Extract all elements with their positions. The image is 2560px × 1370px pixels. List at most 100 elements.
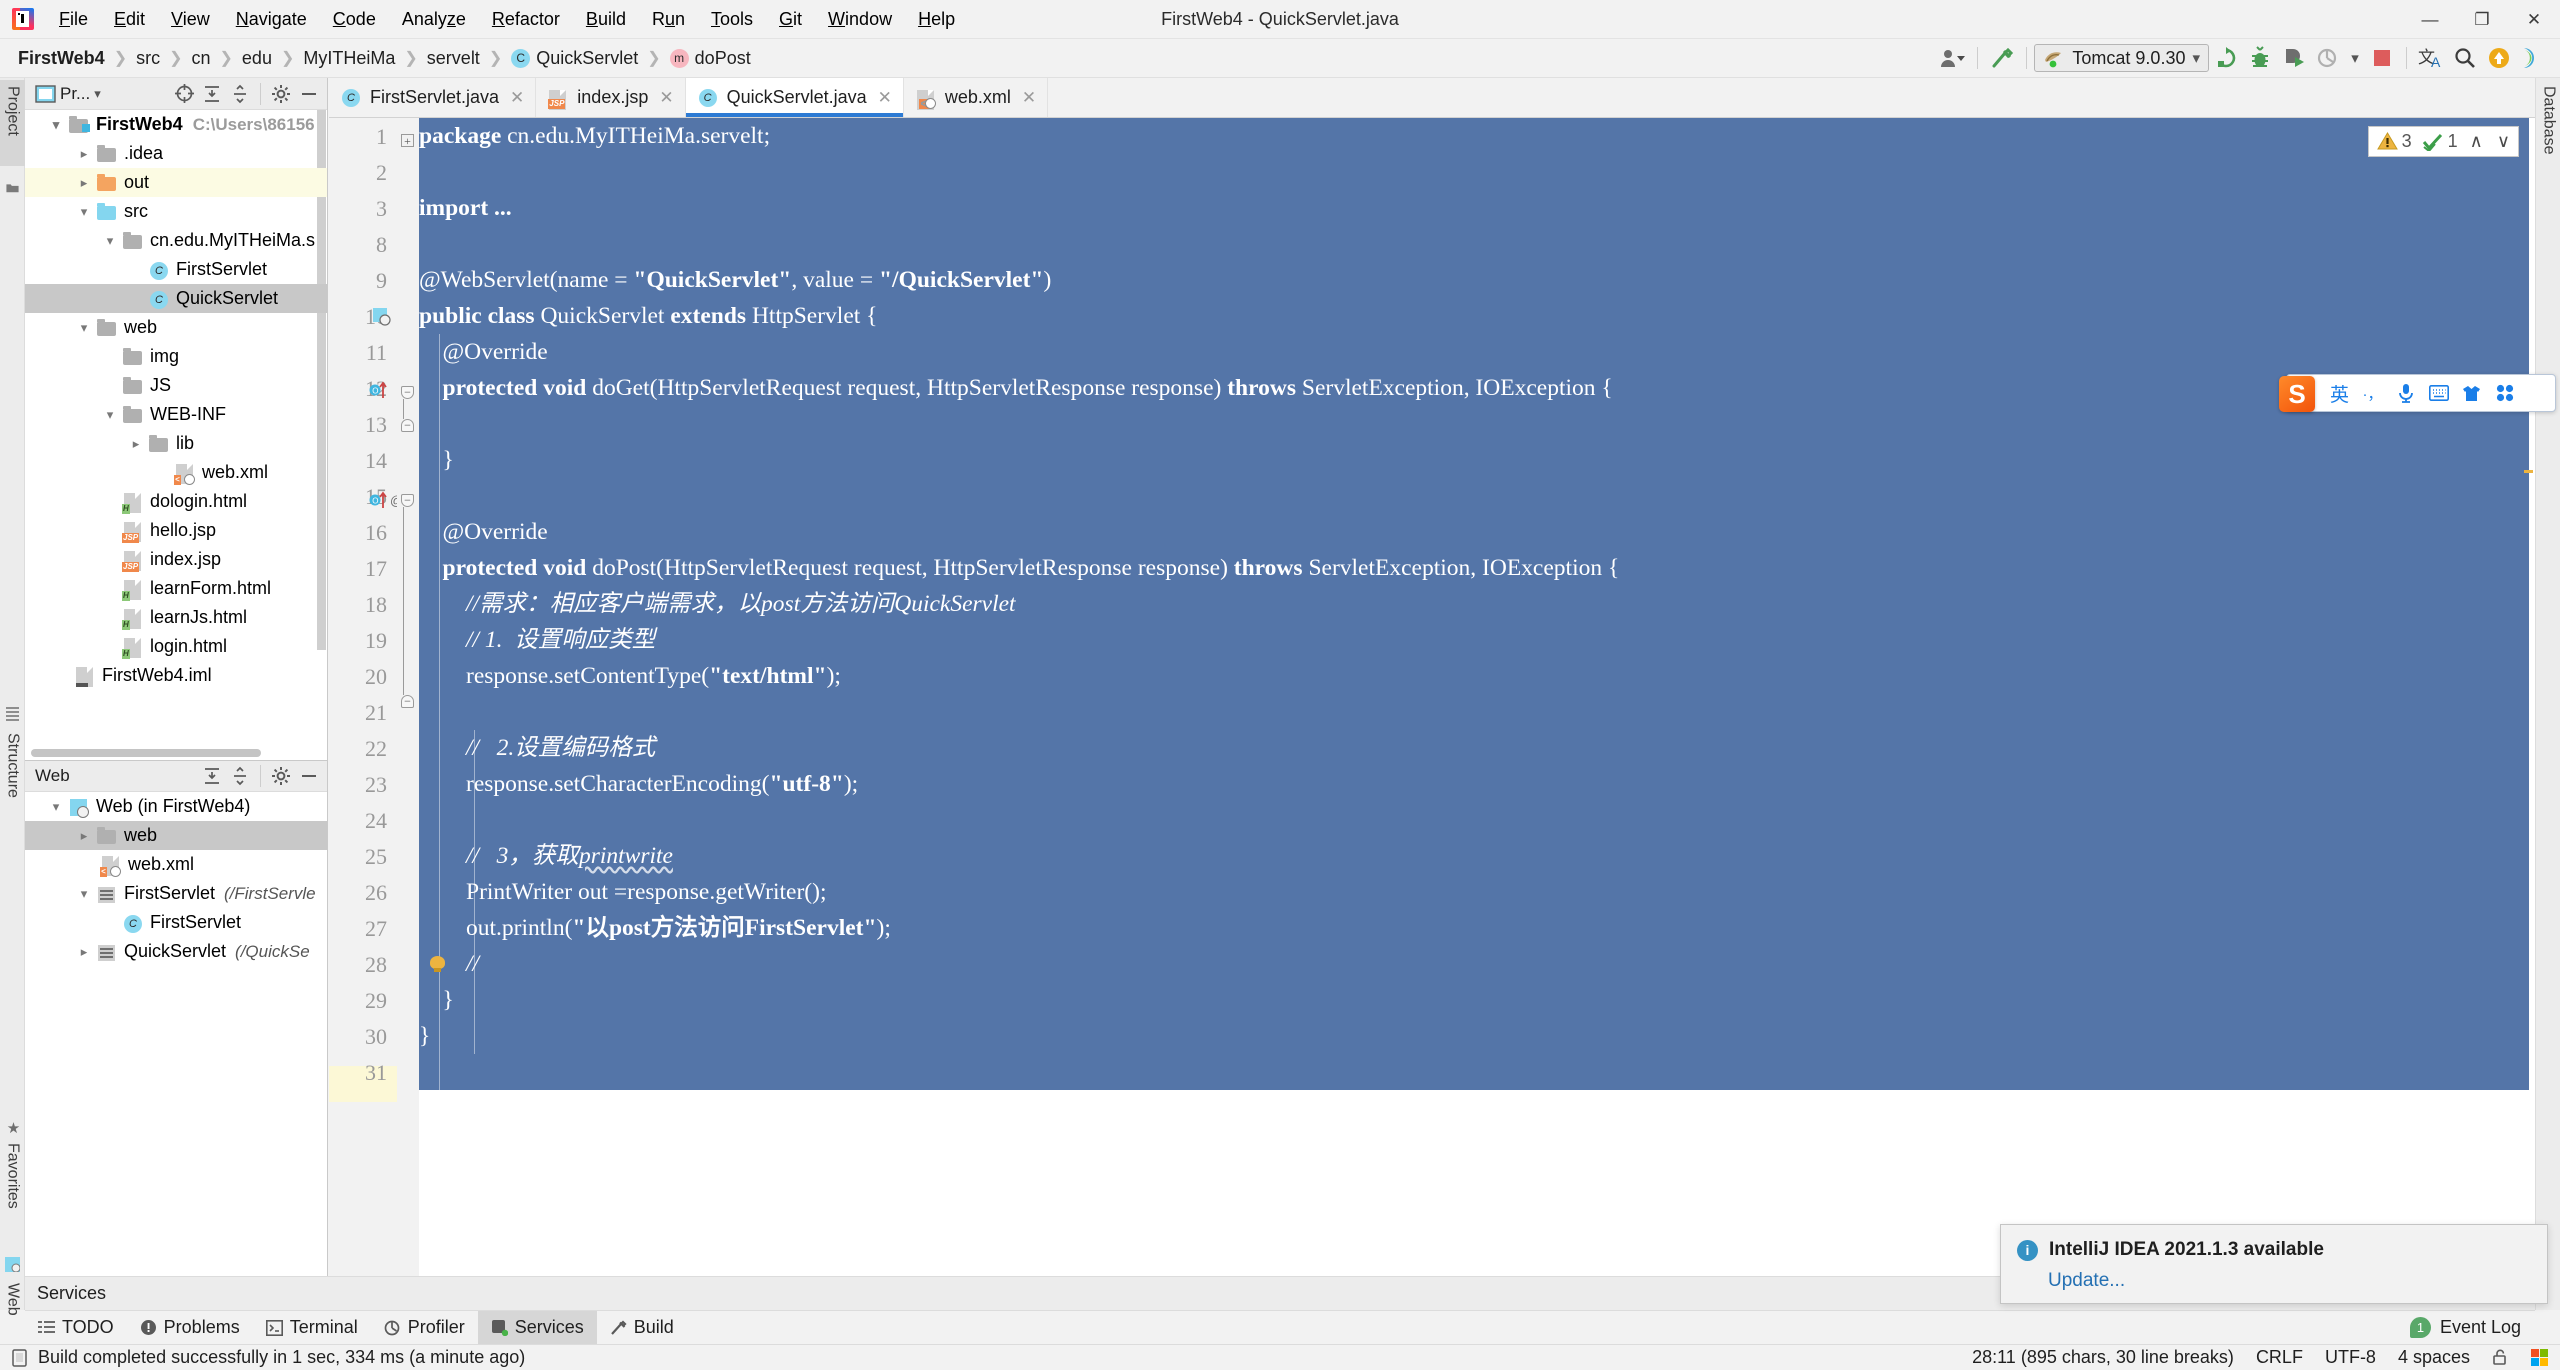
close-icon[interactable]: ✕	[1022, 88, 1036, 108]
fold-expand-icon[interactable]: +	[401, 134, 414, 147]
tree-item-dologin-html[interactable]: H dologin.html	[25, 487, 327, 516]
tree-item-learnjs-html[interactable]: H learnJs.html	[25, 603, 327, 632]
windows-logo-icon[interactable]	[2531, 1349, 2548, 1366]
chevron-down-icon[interactable]: ▾	[73, 313, 95, 342]
bottom-tab-profiler[interactable]: Profiler	[371, 1311, 478, 1344]
tree-item-iml[interactable]: FirstWeb4.iml	[25, 661, 327, 690]
implementing-method-marker-icon[interactable]: O	[369, 380, 391, 400]
breadcrumb-item-dopost[interactable]: m doPost	[666, 46, 755, 71]
menu-build[interactable]: Build	[573, 6, 639, 33]
tree-item-img[interactable]: img	[25, 342, 327, 371]
stripe-button-structure[interactable]: Structure	[0, 698, 25, 808]
minimize-button[interactable]: —	[2404, 0, 2456, 39]
chevron-down-icon[interactable]: ▾	[73, 879, 95, 908]
chevron-down-icon[interactable]: ▾	[73, 197, 95, 226]
close-icon[interactable]: ✕	[659, 88, 673, 108]
tree-item-web-firstservlet-mapping[interactable]: ▾ FirstServlet (/FirstServle	[25, 879, 327, 908]
tab-web-xml[interactable]: < web.xml ✕	[904, 78, 1049, 117]
bottom-tab-build[interactable]: Build	[597, 1311, 687, 1344]
previous-problem-icon[interactable]: ∧	[2470, 131, 2483, 152]
code-text-area[interactable]: package cn.edu.MyITHeiMa.servelt; import…	[419, 118, 2535, 1310]
user-settings-icon[interactable]	[1936, 43, 1970, 73]
tree-item-hello-jsp[interactable]: JSP hello.jsp	[25, 516, 327, 545]
tree-item-web-webxml[interactable]: < web.xml	[25, 850, 327, 879]
chevron-right-icon[interactable]: ▸	[73, 821, 95, 850]
run-with-coverage-icon[interactable]	[2277, 43, 2311, 73]
tree-item-web-folder[interactable]: ▸ web	[25, 821, 327, 850]
tree-item-package[interactable]: ▾ cn.edu.MyITHeiMa.s	[25, 226, 327, 255]
menu-code[interactable]: Code	[320, 6, 389, 33]
build-hammer-icon[interactable]	[1985, 43, 2019, 73]
breadcrumb-item-project[interactable]: FirstWeb4	[14, 46, 109, 71]
keyboard-icon[interactable]	[2422, 376, 2455, 410]
chevron-right-icon[interactable]: ▸	[73, 937, 95, 966]
tree-item-learnform-html[interactable]: H learnForm.html	[25, 574, 327, 603]
caret-position[interactable]: 28:11 (895 chars, 30 line breaks)	[1972, 1347, 2234, 1368]
sogou-logo-icon[interactable]: S	[2279, 376, 2315, 412]
stripe-button-database[interactable]: Database	[2536, 80, 2560, 190]
web-panel-title[interactable]: Web	[31, 766, 70, 786]
menu-git[interactable]: Git	[766, 6, 815, 33]
fold-collapse-end-icon[interactable]: −	[401, 694, 414, 708]
ide-assistant-icon[interactable]	[2516, 43, 2550, 73]
chevron-right-icon[interactable]: ▸	[73, 168, 95, 197]
fold-collapse-end-icon[interactable]: −	[401, 418, 414, 432]
stripe-button-project[interactable]: Project	[0, 80, 25, 166]
chevron-right-icon[interactable]: ▸	[73, 139, 95, 168]
chevron-right-icon[interactable]: ▸	[125, 429, 147, 458]
tab-index-jsp[interactable]: JSP index.jsp ✕	[536, 78, 686, 117]
expand-all-icon[interactable]	[200, 764, 224, 788]
warning-stripe-marker[interactable]	[2524, 470, 2533, 473]
microphone-icon[interactable]	[2389, 376, 2422, 410]
breadcrumb-item-edu[interactable]: edu	[238, 46, 276, 71]
ime-punctuation-toggle[interactable]: ·，	[2356, 376, 2389, 410]
project-folder-icon[interactable]	[0, 170, 25, 200]
indent-setting[interactable]: 4 spaces	[2398, 1347, 2470, 1368]
web-tree[interactable]: ▾ Web (in FirstWeb4) ▸ web < web.xml ▾ F…	[25, 792, 327, 1310]
hide-icon[interactable]	[297, 82, 321, 106]
apps-icon[interactable]	[2488, 376, 2521, 410]
select-opened-file-icon[interactable]	[172, 82, 196, 106]
tree-item-web-firstservlet-class[interactable]: C FirstServlet	[25, 908, 327, 937]
chevron-down-icon[interactable]: ▾	[99, 226, 121, 255]
tree-item-js[interactable]: JS	[25, 371, 327, 400]
breadcrumb-item-quickservlet[interactable]: C QuickServlet	[507, 46, 642, 71]
fold-collapse-icon[interactable]: −	[401, 493, 414, 507]
bottom-tab-problems[interactable]: Problems	[127, 1311, 253, 1344]
status-message-area[interactable]: Build completed successfully in 1 sec, 3…	[0, 1347, 525, 1368]
line-separator[interactable]: CRLF	[2256, 1347, 2303, 1368]
stripe-button-favorites[interactable]: ★ Favorites	[0, 1113, 25, 1233]
menu-analyze[interactable]: Analyze	[389, 6, 479, 33]
ime-toolbar[interactable]: S 英 ·，	[2279, 374, 2556, 412]
bottom-tab-services[interactable]: Services	[477, 1311, 597, 1344]
breadcrumb-item-cn[interactable]: cn	[188, 46, 215, 71]
inspection-widget[interactable]: 3 1 ∧ ∨	[2367, 126, 2519, 157]
chevron-down-icon[interactable]: ▾	[45, 792, 67, 821]
gear-icon[interactable]	[269, 82, 293, 106]
project-panel-title[interactable]: Pr... ▾	[31, 84, 101, 104]
menu-file[interactable]: File	[46, 6, 101, 33]
expand-all-icon[interactable]	[200, 82, 224, 106]
next-problem-icon[interactable]: ∨	[2497, 131, 2510, 152]
project-tree[interactable]: ▾ FirstWeb4 C:\Users\86156 ▸ .idea ▸ out…	[25, 110, 327, 744]
project-tree-hscrollbar[interactable]	[25, 744, 327, 760]
collapse-all-icon[interactable]	[228, 82, 252, 106]
tree-item-lib[interactable]: ▸ lib	[25, 429, 327, 458]
tree-item-login-html[interactable]: H login.html	[25, 632, 327, 661]
tree-item-web-quickservlet-mapping[interactable]: ▸ QuickServlet (/QuickSe	[25, 937, 327, 966]
tree-item-web[interactable]: ▾ web	[25, 313, 327, 342]
unlocked-icon[interactable]	[2492, 1349, 2509, 1366]
notification-update-link[interactable]: Update...	[2048, 1270, 2531, 1292]
editor-gutter[interactable]: 1 2 3 8 9 10 11 12 13 14 15 16 17 18 19 …	[329, 118, 403, 1310]
gear-icon[interactable]	[269, 764, 293, 788]
editor-fold-column[interactable]: + − − − −	[397, 118, 419, 1310]
collapse-all-icon[interactable]	[228, 764, 252, 788]
bottom-tab-todo[interactable]: TODO	[25, 1311, 127, 1344]
intention-bulb-icon[interactable]	[430, 956, 445, 973]
menu-run[interactable]: Run	[639, 6, 698, 33]
menu-window[interactable]: Window	[815, 6, 905, 33]
close-icon[interactable]: ✕	[510, 88, 524, 108]
translate-icon[interactable]: 文 A	[2414, 43, 2448, 73]
tree-item-quickservlet[interactable]: C QuickServlet	[25, 284, 327, 313]
breadcrumb-item-src[interactable]: src	[132, 46, 164, 71]
